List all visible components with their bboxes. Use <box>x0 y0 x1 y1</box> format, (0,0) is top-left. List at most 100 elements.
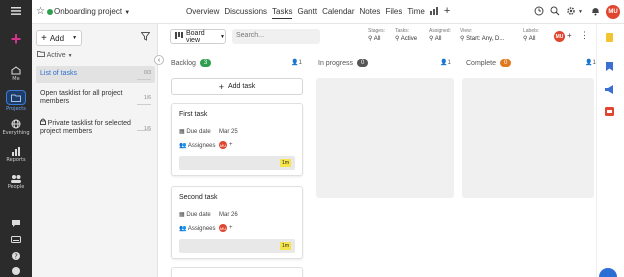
column-header-complete[interactable]: Complete 0 <box>466 59 512 67</box>
assignee-avatar[interactable]: MU <box>219 141 227 149</box>
column-header-in-progress[interactable]: In progress 0 <box>318 59 369 67</box>
tasklist-count: 0/3 <box>144 70 151 76</box>
tasklist-item[interactable]: List of tasks 0/3 <box>36 66 155 83</box>
column-members[interactable]: 👤1 <box>440 59 451 66</box>
add-assignee-plus-icon[interactable]: + <box>229 142 233 148</box>
task-card[interactable]: First task ▦ Due date Mar 25 👥 Assignees… <box>171 103 303 176</box>
add-task-button[interactable]: + Add task <box>171 78 303 95</box>
project-title-dropdown[interactable]: Onboarding project ▼ <box>54 7 130 16</box>
tab-discussions[interactable]: Discussions <box>224 7 267 19</box>
task-time-estimate[interactable]: 1m <box>179 156 295 170</box>
plus-icon: + <box>41 32 47 44</box>
filter-tasks[interactable]: Tasks: ⚲ Active <box>395 28 417 42</box>
add-tab-plus-icon[interactable]: + <box>444 6 450 19</box>
filter-icon: ⚲ <box>429 36 434 42</box>
account-icon[interactable] <box>0 266 32 276</box>
tasklist-progress-bar <box>137 104 151 105</box>
add-task-label: Add task <box>228 83 256 90</box>
column-members-count: 1 <box>298 60 302 66</box>
nav-item-reports[interactable]: Reports <box>0 147 32 163</box>
nav-item-me[interactable]: Me <box>0 66 32 82</box>
chat-icon[interactable] <box>0 219 32 228</box>
due-value[interactable]: Mar 25 <box>219 129 238 135</box>
filter-stages-key: Stages: <box>368 28 385 34</box>
hamburger-menu-icon[interactable] <box>0 7 32 15</box>
member-avatar[interactable]: MU <box>554 31 565 42</box>
add-assignee-plus-icon[interactable]: + <box>229 225 233 231</box>
tasklist-progress-bar <box>137 79 151 80</box>
tasklist-count: 1/6 <box>144 95 151 101</box>
column-count-badge: 0 <box>357 59 369 67</box>
bar-chart-icon <box>12 147 20 156</box>
filter-assigned-value: All <box>434 36 442 42</box>
folder-outline-icon <box>37 51 47 59</box>
filter-labels-value: All <box>528 36 536 42</box>
megaphone-icon[interactable] <box>605 81 614 99</box>
column-body-in-progress <box>316 78 454 198</box>
column-name: Backlog <box>171 59 196 67</box>
task-time-estimate[interactable]: 1m <box>179 239 295 253</box>
keyboard-icon[interactable] <box>0 236 32 243</box>
filter-tasks-key: Tasks: <box>395 28 410 34</box>
filter-stages[interactable]: Stages: ⚲ All <box>368 28 385 42</box>
filter-assigned[interactable]: Assigned: ⚲ All <box>429 28 451 42</box>
video-icon[interactable] <box>605 103 614 121</box>
tab-files[interactable]: Files <box>385 7 402 19</box>
column-count-badge: 3 <box>199 59 212 67</box>
support-chat-bubble-icon[interactable] <box>599 268 617 277</box>
nav-item-everything[interactable]: Everything <box>0 119 32 136</box>
star-icon[interactable]: ☆ <box>36 6 45 17</box>
collapse-panel-chevron-icon[interactable]: ‹ <box>154 55 164 65</box>
reports-chart-icon[interactable] <box>429 7 439 19</box>
tab-tasks[interactable]: Tasks <box>272 7 293 19</box>
bookmark-icon[interactable] <box>606 58 613 76</box>
task-card[interactable] <box>171 267 303 277</box>
timer-icon[interactable] <box>534 3 544 21</box>
app-root: + Me Projects Everything Reports People <box>0 0 624 277</box>
create-new-plus-icon[interactable]: + <box>8 30 24 48</box>
filter-view[interactable]: View: ⚲ Start: Any, D... <box>460 28 504 42</box>
task-card[interactable]: Second task ▦ Due date Mar 26 👥 Assignee… <box>171 186 303 259</box>
nav-item-projects[interactable]: Projects <box>0 90 32 112</box>
svg-text:?: ? <box>14 253 18 261</box>
tab-calendar[interactable]: Calendar <box>322 7 354 19</box>
help-icon[interactable]: ? <box>0 251 32 261</box>
column-header-backlog[interactable]: Backlog 3 <box>171 59 212 67</box>
tasklist-panel: + Add ▼ Active ▼ List of tasks 0/3 Open … <box>32 24 158 277</box>
view-label: Board view <box>186 29 205 44</box>
filter-tasks-value: Active <box>400 36 418 42</box>
column-members[interactable]: 👤1 <box>585 59 596 66</box>
assignee-avatar[interactable]: MU <box>219 224 227 232</box>
board-view-icon <box>175 32 183 41</box>
calendar-icon: ▦ <box>179 129 185 135</box>
left-nav-rail: + Me Projects Everything Reports People <box>0 0 32 277</box>
tab-gantt[interactable]: Gantt <box>297 7 317 19</box>
add-tasklist-button[interactable]: + Add ▼ <box>36 30 82 46</box>
tasklist-item[interactable]: Open tasklist for all project members 1/… <box>36 87 155 111</box>
add-member-plus-icon[interactable]: + <box>567 31 572 40</box>
search-input[interactable]: Search... <box>232 29 320 44</box>
column-members[interactable]: 👤1 <box>291 59 302 66</box>
tasklist-filter-dropdown[interactable]: Active ▼ <box>37 51 73 59</box>
notifications-bell-icon[interactable] <box>591 3 600 21</box>
due-value[interactable]: Mar 26 <box>219 212 238 218</box>
filter-labels[interactable]: Labels: ⚲ All <box>523 28 539 42</box>
tab-overview[interactable]: Overview <box>186 7 219 19</box>
home-icon <box>11 66 21 75</box>
nav-item-people[interactable]: People <box>0 174 32 190</box>
user-avatar[interactable]: MU <box>606 5 620 19</box>
tab-time[interactable]: Time <box>407 7 424 19</box>
project-tabs: Overview Discussions Tasks Gantt Calenda… <box>186 6 455 19</box>
tab-notes[interactable]: Notes <box>360 7 381 19</box>
tasklist-item[interactable]: Private tasklist for selected project me… <box>36 115 155 147</box>
more-options-icon[interactable]: ⋮ <box>580 30 589 41</box>
view-switcher-dropdown[interactable]: Board view ▼ <box>170 29 226 44</box>
filter-assigned-key: Assigned: <box>429 28 451 34</box>
search-icon[interactable] <box>550 3 560 21</box>
settings-gear-icon[interactable] <box>566 3 576 21</box>
filter-icon[interactable] <box>140 32 151 43</box>
task-assignees-row: 👥 Assignees MU + <box>179 141 233 149</box>
settings-chevron-down-icon[interactable]: ▼ <box>578 9 583 15</box>
nav-label-everything: Everything <box>2 130 30 136</box>
notes-icon[interactable] <box>606 33 613 42</box>
